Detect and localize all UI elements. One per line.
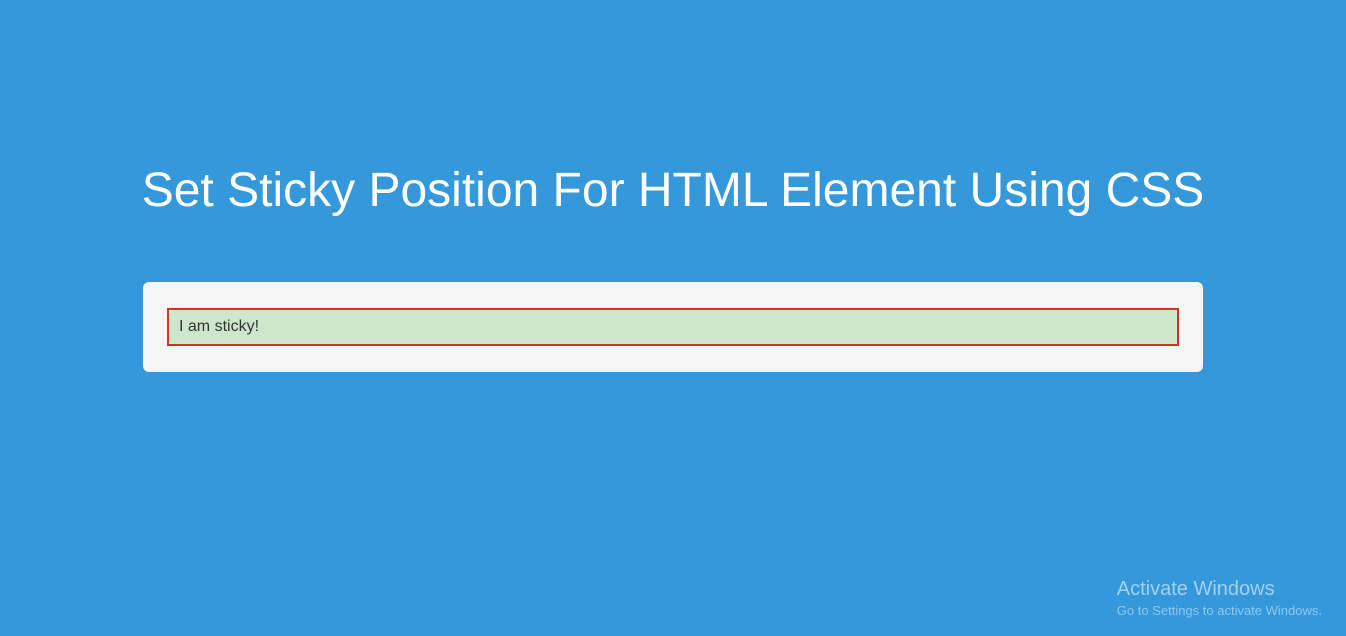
demo-card: I am sticky! <box>143 282 1203 372</box>
sticky-element: I am sticky! <box>167 308 1179 346</box>
page-title: Set Sticky Position For HTML Element Usi… <box>133 0 1213 222</box>
watermark-subtitle: Go to Settings to activate Windows. <box>1117 603 1322 618</box>
watermark-title: Activate Windows <box>1117 578 1322 601</box>
windows-watermark: Activate Windows Go to Settings to activ… <box>1117 578 1322 618</box>
